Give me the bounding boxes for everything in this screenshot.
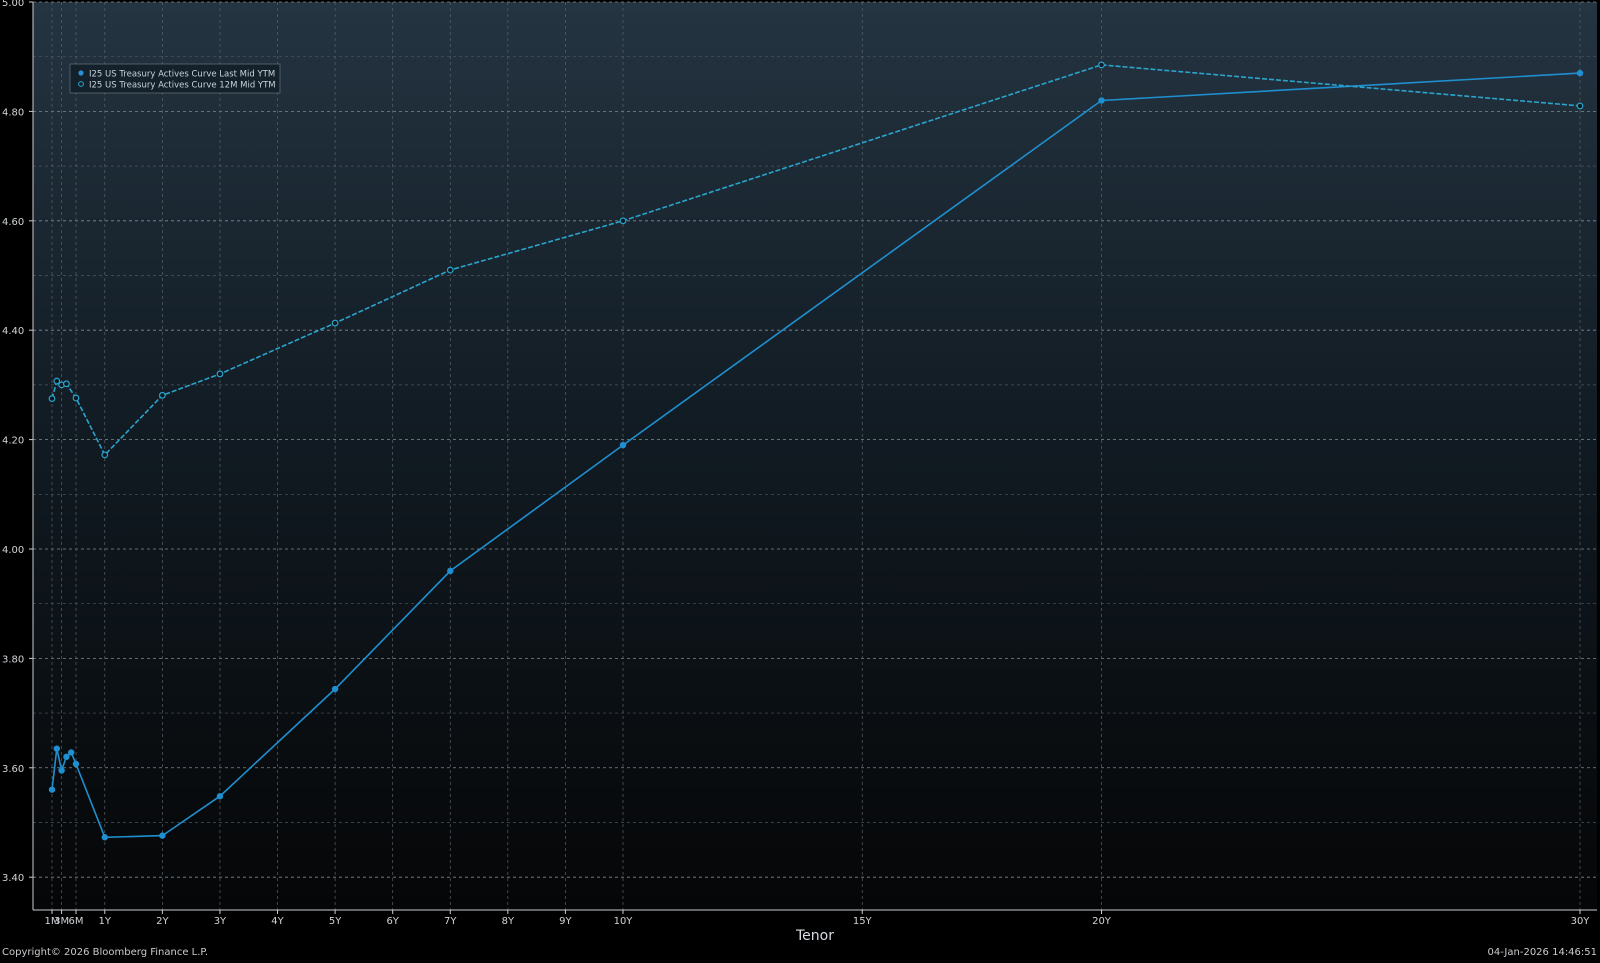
x-tick-label: 8Y: [502, 916, 515, 927]
plot-background: [33, 2, 1597, 910]
data-point-12m: [446, 266, 454, 274]
legend-label-last: I25 US Treasury Actives Curve Last Mid Y…: [89, 70, 275, 80]
data-point-12m: [331, 319, 339, 327]
x-tick-label: 4Y: [271, 916, 284, 927]
legend-marker-last: [78, 70, 84, 76]
data-point-last: [72, 760, 80, 768]
y-tick-label: 3.40: [2, 873, 24, 884]
x-tick-label: 5Y: [329, 916, 342, 927]
x-tick-label: 9Y: [559, 916, 572, 927]
data-point-12m: [1098, 61, 1105, 69]
x-tick-label: 1Y: [99, 916, 112, 927]
x-tick-label: 3Y: [214, 916, 227, 927]
data-point-12m: [48, 395, 56, 402]
data-point-12m: [216, 370, 224, 378]
data-point-12m: [62, 380, 70, 388]
data-point-last: [1576, 69, 1584, 77]
data-point-last: [331, 685, 339, 693]
x-tick-label: 15Y: [853, 916, 873, 927]
x-tick-label: 7Y: [444, 916, 457, 927]
x-tick-label: 3M: [54, 916, 69, 927]
x-tick-label: 30Y: [1571, 916, 1591, 927]
data-point-12m: [101, 451, 109, 459]
data-point-last: [159, 832, 166, 839]
data-point-12m: [158, 391, 166, 399]
data-point-last: [53, 745, 60, 752]
x-tick-label: 10Y: [614, 916, 634, 927]
x-tick-label: 20Y: [1092, 916, 1112, 927]
x-axis-title: Tenor: [795, 928, 834, 944]
data-point-12m: [619, 217, 627, 225]
yield-curve-chart: 3.40 3.60 3.80 4.00 4.20 4.40 4.60 4.80 5.00 1M 3M…: [0, 0, 1600, 959]
y-tick-label: 3.80: [2, 654, 24, 665]
data-point-last: [101, 834, 108, 841]
x-tick-label: 6Y: [386, 916, 399, 927]
data-point-last: [619, 441, 627, 449]
y-tick-label: 4.60: [2, 217, 24, 228]
y-tick-label: 5.00: [2, 0, 24, 9]
legend-label-12m: I25 US Treasury Actives Curve 12M Mid YT…: [89, 81, 276, 91]
data-point-last: [48, 786, 56, 793]
y-tick-label: 3.60: [2, 764, 24, 775]
x-tick-label: 2Y: [156, 916, 169, 927]
data-point-12m: [72, 394, 80, 402]
data-point-last: [216, 793, 224, 800]
x-tick-label: 6M: [68, 916, 83, 927]
data-point-last: [63, 753, 70, 761]
data-point-12m: [1576, 102, 1584, 110]
data-point-last: [67, 749, 75, 756]
legend: I25 US Treasury Actives Curve Last Mid Y…: [69, 63, 281, 94]
y-tick-label: 4.40: [2, 326, 24, 337]
data-point-last: [447, 567, 454, 575]
data-point-last: [1098, 97, 1105, 104]
y-tick-label: 4.20: [2, 436, 24, 447]
data-point-last: [58, 767, 65, 774]
timestamp-text: 04-Jan-2026 14:46:51: [1488, 947, 1597, 958]
y-tick-label: 4.00: [2, 545, 24, 556]
copyright-text: Copyright© 2026 Bloomberg Finance L.P.: [2, 947, 208, 958]
y-tick-label: 4.80: [2, 107, 24, 118]
